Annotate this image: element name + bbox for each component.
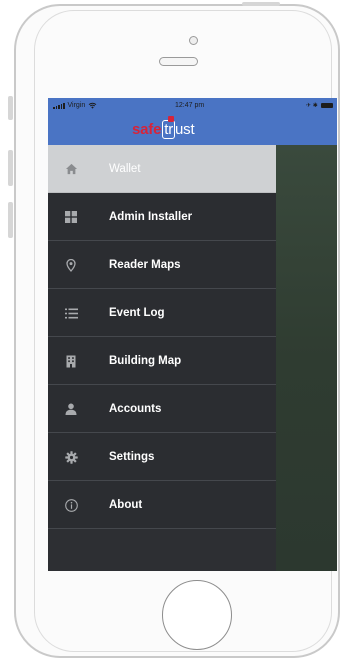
menu-item-wallet[interactable]: Wallet (48, 145, 276, 193)
grid-icon (64, 210, 78, 224)
app-header: Virgin 12:47 pm ✈ ✱ safe tr ust (48, 98, 337, 145)
earpiece-speaker (159, 57, 198, 66)
info-icon (64, 498, 78, 512)
menu-item-admin-installer[interactable]: Admin Installer (48, 193, 276, 241)
menu-item-settings[interactable]: Settings (48, 433, 276, 481)
gear-icon (64, 450, 78, 464)
location-bluetooth-icons: ✈ ✱ (306, 103, 318, 109)
home-button[interactable] (162, 580, 232, 650)
carrier-label: Virgin (67, 102, 86, 109)
building-icon (64, 354, 78, 368)
menu-label-settings: Settings (109, 451, 155, 463)
menu-item-building-map[interactable]: Building Map (48, 337, 276, 385)
volume-up-button (8, 150, 13, 186)
menu-item-about[interactable]: About (48, 481, 276, 529)
app-screen: Virgin 12:47 pm ✈ ✱ safe tr ust Wallet A… (48, 98, 337, 571)
menu-label-building-map: Building Map (109, 355, 182, 367)
menu-label-event-log: Event Log (109, 307, 165, 319)
menu-item-accounts[interactable]: Accounts (48, 385, 276, 433)
menu-label-reader-maps: Reader Maps (109, 259, 181, 271)
user-icon (64, 402, 78, 416)
menu-label-accounts: Accounts (109, 403, 162, 415)
menu-label-admin-installer: Admin Installer (109, 211, 193, 223)
safetrust-logo: safe tr ust (132, 115, 195, 139)
front-camera (189, 36, 198, 45)
menu-item-reader-maps[interactable]: Reader Maps (48, 241, 276, 289)
signal-icon (53, 102, 65, 109)
mute-switch (8, 96, 13, 120)
status-time: 12:47 pm (175, 102, 205, 109)
battery-icon (320, 103, 333, 108)
home-icon (64, 162, 78, 176)
power-button (242, 2, 280, 6)
status-indicators: ✈ ✱ (306, 102, 333, 109)
volume-down-button (8, 202, 13, 238)
status-carrier: Virgin (53, 102, 97, 109)
main-content-backdrop[interactable] (276, 145, 337, 571)
menu-label-about: About (109, 499, 143, 511)
list-icon (64, 306, 78, 320)
menu-item-event-log[interactable]: Event Log (48, 289, 276, 337)
wifi-icon (88, 102, 97, 109)
side-menu: Wallet Admin Installer Reader Maps Event… (48, 145, 276, 571)
menu-label-wallet: Wallet (109, 163, 141, 175)
map-pin-icon (64, 258, 78, 272)
